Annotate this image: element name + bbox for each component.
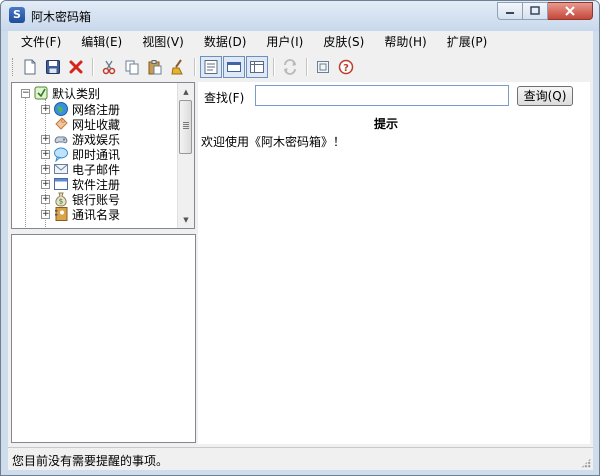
minimize-button[interactable] bbox=[497, 2, 523, 20]
cut-icon bbox=[102, 60, 116, 75]
menu-view[interactable]: 视图(V) bbox=[139, 31, 187, 53]
menu-bar: 文件(F) 编辑(E) 视图(V) 数据(D) 用户(I) 皮肤(S) 帮助(H… bbox=[8, 31, 593, 53]
minimize-icon bbox=[506, 12, 514, 14]
svg-text:$: $ bbox=[59, 198, 63, 206]
window-controls bbox=[497, 2, 593, 20]
record-list-panel[interactable] bbox=[11, 234, 196, 443]
expand-toggle[interactable]: + bbox=[41, 134, 50, 144]
new-button[interactable] bbox=[19, 56, 41, 78]
address-book-icon bbox=[53, 206, 69, 222]
tree-list: − 默认类别 + 网络注册 网址收藏 + 游戏娱乐 + 即时通讯 + 电子邮件 … bbox=[12, 83, 177, 228]
delete-icon bbox=[69, 60, 83, 74]
status-bar: 您目前没有需要提醒的事项。 bbox=[8, 447, 593, 470]
search-input[interactable] bbox=[255, 85, 509, 106]
toolbar-separator bbox=[306, 58, 308, 76]
scroll-thumb[interactable] bbox=[179, 100, 192, 154]
properties-icon bbox=[317, 61, 329, 73]
view-layout-button[interactable] bbox=[246, 56, 268, 78]
toolbar-separator bbox=[273, 58, 275, 76]
close-icon bbox=[565, 6, 575, 16]
paste-button[interactable] bbox=[144, 56, 166, 78]
save-icon bbox=[46, 60, 60, 74]
toolbar-separator bbox=[92, 58, 94, 76]
menu-help[interactable]: 帮助(H) bbox=[381, 31, 429, 53]
maximize-icon bbox=[530, 6, 540, 15]
tree-item-address-book[interactable]: + 通讯名录 bbox=[41, 206, 120, 222]
expand-toggle[interactable]: + bbox=[41, 179, 50, 189]
new-file-icon bbox=[24, 59, 36, 75]
expand-toggle[interactable]: + bbox=[41, 149, 50, 159]
search-button[interactable]: 查询(Q) bbox=[517, 86, 573, 106]
menu-user[interactable]: 用户(I) bbox=[263, 31, 306, 53]
globe-icon bbox=[53, 101, 69, 117]
help-button[interactable]: ? bbox=[335, 56, 357, 78]
status-text: 您目前没有需要提醒的事项。 bbox=[12, 454, 169, 468]
tree-scrollbar[interactable]: ▲ ▼ bbox=[177, 83, 194, 228]
view-layout-icon bbox=[250, 61, 264, 73]
toolbar-grip[interactable] bbox=[12, 58, 16, 76]
help-icon: ? bbox=[338, 59, 354, 75]
app-icon: S bbox=[9, 7, 25, 23]
mail-icon bbox=[53, 161, 69, 177]
main-window: S 阿木密码箱 文件(F) 编辑(E) 视图(V) 数据(D) 用户(I) 皮肤… bbox=[0, 0, 600, 476]
paste-icon bbox=[148, 60, 162, 75]
bookmark-icon bbox=[53, 116, 69, 132]
view-list-button[interactable] bbox=[223, 56, 245, 78]
expand-toggle[interactable]: + bbox=[41, 209, 50, 219]
collapse-toggle[interactable]: − bbox=[21, 88, 30, 98]
tree-root[interactable]: − 默认类别 bbox=[21, 85, 100, 101]
copy-button[interactable] bbox=[121, 56, 143, 78]
content-area: 查找(F) 查询(Q) 提示 欢迎使用《阿木密码箱》！ bbox=[198, 82, 590, 444]
menu-data[interactable]: 数据(D) bbox=[201, 31, 250, 53]
clear-icon bbox=[171, 59, 183, 75]
refresh-icon bbox=[284, 59, 296, 75]
properties-button[interactable] bbox=[312, 56, 334, 78]
category-tree[interactable]: − 默认类别 + 网络注册 网址收藏 + 游戏娱乐 + 即时通讯 + 电子邮件 … bbox=[11, 82, 195, 229]
maximize-button[interactable] bbox=[523, 2, 548, 20]
money-bag-icon: $ bbox=[53, 191, 69, 207]
expand-toggle[interactable]: + bbox=[41, 104, 50, 114]
title-bar[interactable]: S 阿木密码箱 bbox=[1, 1, 599, 31]
scroll-down-arrow-icon[interactable]: ▼ bbox=[178, 211, 194, 228]
find-label: 查找(F) bbox=[204, 91, 245, 105]
tree-item-label: 通讯名录 bbox=[72, 207, 121, 222]
menu-edit[interactable]: 编辑(E) bbox=[78, 31, 125, 53]
window-title: 阿木密码箱 bbox=[31, 10, 92, 24]
software-icon bbox=[53, 176, 69, 192]
clear-button[interactable] bbox=[167, 56, 189, 78]
toolbar: ? bbox=[8, 54, 593, 80]
save-button[interactable] bbox=[42, 56, 64, 78]
view-detail-button[interactable] bbox=[200, 56, 222, 78]
delete-button[interactable] bbox=[65, 56, 87, 78]
close-button[interactable] bbox=[548, 2, 593, 20]
menu-extend[interactable]: 扩展(P) bbox=[444, 31, 491, 53]
menu-file[interactable]: 文件(F) bbox=[18, 31, 64, 53]
copy-icon bbox=[125, 60, 139, 75]
welcome-message: 欢迎使用《阿木密码箱》！ bbox=[201, 135, 346, 149]
game-icon bbox=[53, 131, 69, 147]
tree-root-label: 默认类别 bbox=[52, 86, 101, 101]
scroll-up-arrow-icon[interactable]: ▲ bbox=[178, 83, 194, 100]
view-list-icon bbox=[227, 62, 241, 72]
refresh-button[interactable] bbox=[279, 56, 301, 78]
tip-title: 提示 bbox=[373, 117, 398, 131]
svg-text:?: ? bbox=[343, 63, 349, 74]
resize-grip[interactable] bbox=[581, 458, 591, 468]
client-area: 文件(F) 编辑(E) 视图(V) 数据(D) 用户(I) 皮肤(S) 帮助(H… bbox=[8, 31, 593, 470]
category-icon bbox=[33, 85, 49, 101]
view-detail-icon bbox=[204, 60, 218, 74]
expand-toggle[interactable]: + bbox=[41, 164, 50, 174]
chat-icon bbox=[53, 146, 69, 162]
toolbar-separator bbox=[194, 58, 196, 76]
cut-button[interactable] bbox=[98, 56, 120, 78]
expand-toggle[interactable]: + bbox=[41, 194, 50, 204]
menu-skin[interactable]: 皮肤(S) bbox=[320, 31, 367, 53]
